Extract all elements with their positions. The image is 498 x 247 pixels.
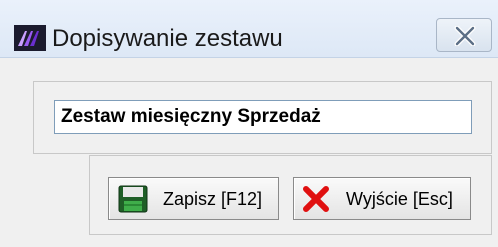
close-button[interactable] xyxy=(436,18,492,52)
exit-button-label: Wyjście [Esc] xyxy=(346,189,453,209)
name-panel xyxy=(33,81,492,154)
button-panel: Zapisz [F12] Wyjście [Esc] xyxy=(89,155,492,235)
window-title: Dopisywanie zestawu xyxy=(52,25,283,52)
exit-button[interactable]: Wyjście [Esc] xyxy=(293,177,471,220)
set-name-input[interactable] xyxy=(54,100,472,134)
save-button-label: Zapisz [F12] xyxy=(163,189,263,209)
dialog-window: Dopisywanie zestawu Zapisz [F12] xyxy=(0,0,498,247)
save-button[interactable]: Zapisz [F12] xyxy=(108,177,279,220)
cross-icon xyxy=(301,185,331,218)
save-icon xyxy=(118,185,148,218)
logo-icon xyxy=(14,25,46,51)
close-icon xyxy=(454,26,476,46)
title-bar[interactable]: Dopisywanie zestawu xyxy=(0,0,498,58)
